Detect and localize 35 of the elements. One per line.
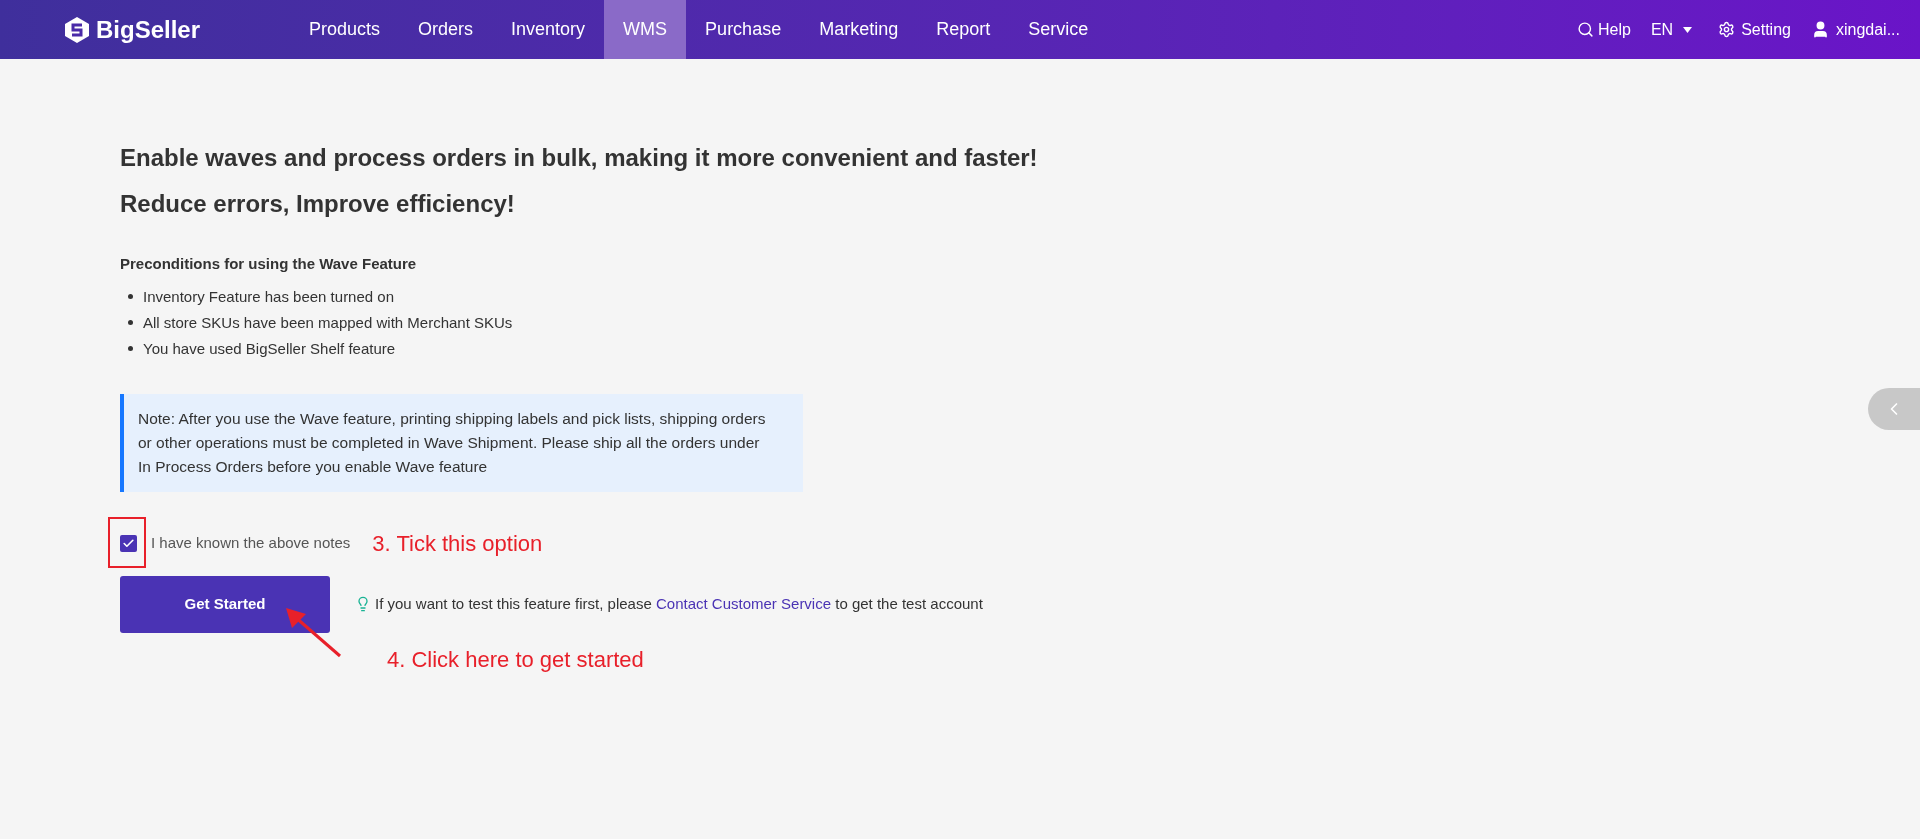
precondition-item: You have used BigSeller Shelf feature xyxy=(128,335,1868,362)
precondition-item: All store SKUs have been mapped with Merchant SKUs xyxy=(128,309,1868,336)
annotation-frame xyxy=(108,517,146,568)
nav-tab[interactable]: Inventory xyxy=(492,0,605,59)
check-icon xyxy=(122,537,135,550)
help-link[interactable]: Help xyxy=(1577,17,1631,42)
note-panel: Note: After you use the Wave feature, printing shipping labels and pick lists, shipping orders or other operations must be completed in Wave Shipment. Please ship all the orders under In Process Orders before you enable Wave feature xyxy=(120,393,803,492)
lightbulb-icon xyxy=(355,596,371,612)
logo-icon xyxy=(64,15,90,44)
nav-tab[interactable]: Service xyxy=(1009,0,1108,59)
nav-tab[interactable]: Purchase xyxy=(686,0,801,59)
nav-tab[interactable]: Orders xyxy=(399,0,493,59)
checkbox[interactable] xyxy=(120,535,137,552)
agreement-checkbox[interactable]: I have known the above notes xyxy=(120,532,351,555)
nav-tab[interactable]: Report xyxy=(917,0,1010,59)
contact-link[interactable]: Contact Customer Service xyxy=(656,594,832,612)
heading: Enable waves and process orders in bulk, making it more convenient and faster! xyxy=(120,143,1039,173)
caret-icon xyxy=(1683,26,1693,33)
setting-link[interactable]: Setting xyxy=(1718,17,1791,42)
get-started-button[interactable]: Get Started xyxy=(120,575,330,633)
annotation-text: 3. Tick this option xyxy=(372,530,543,558)
precondition-item: Inventory Feature has been turned on xyxy=(128,283,1868,310)
logo-text: BigSeller xyxy=(96,14,201,45)
settings-icon xyxy=(1718,21,1736,38)
heading: Reduce errors, Improve efficiency! xyxy=(120,189,516,219)
language-dropdown[interactable]: EN xyxy=(1650,17,1693,42)
nav-tab[interactable]: WMS xyxy=(604,0,687,59)
search-icon xyxy=(1577,21,1594,38)
annotation-arrow xyxy=(284,606,342,658)
nav-tab[interactable]: Marketing xyxy=(800,0,918,59)
user-menu[interactable]: xingdai... xyxy=(1810,17,1900,42)
annotation-text: 4. Click here to get started xyxy=(387,645,645,674)
nav-tab[interactable]: Products xyxy=(290,0,400,59)
preconditions-title: Preconditions for using the Wave Feature xyxy=(120,254,418,274)
tip-text: If you want to test this feature first, please Contact Customer Service to get the test account xyxy=(355,592,983,616)
